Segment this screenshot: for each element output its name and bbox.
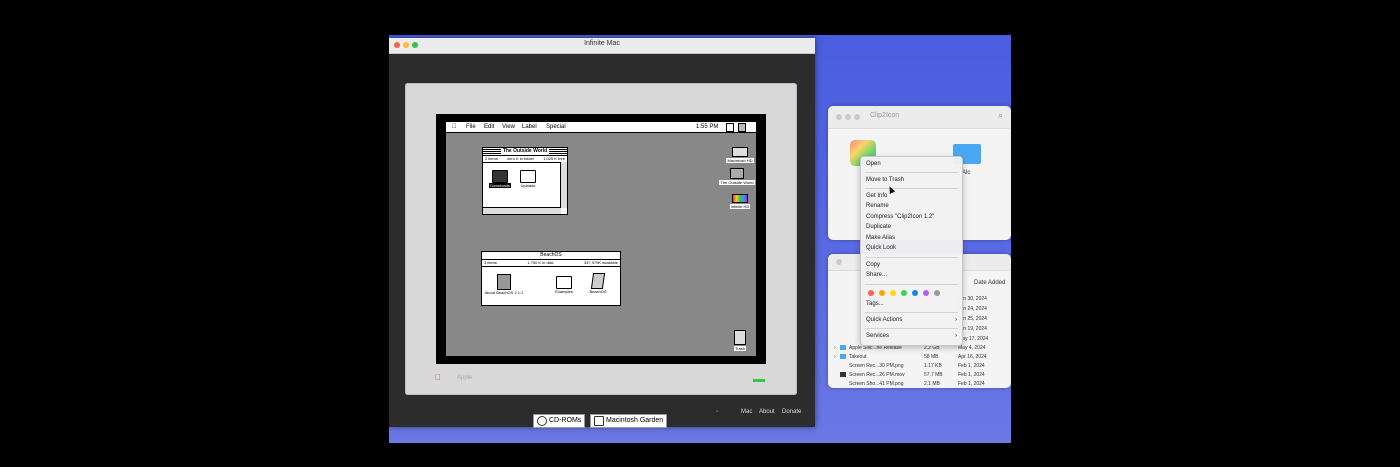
- tag-orange-icon[interactable]: [879, 290, 885, 296]
- infinite-hd-icon[interactable]: Infinite HD: [724, 194, 756, 209]
- search-icon[interactable]: ⌕: [998, 110, 1003, 121]
- hard-disk-icon: [732, 147, 748, 157]
- tag-purple-icon[interactable]: [923, 290, 929, 296]
- menu-separator: [865, 257, 958, 258]
- tag-green-icon[interactable]: [901, 290, 907, 296]
- power-led: [753, 379, 765, 382]
- mac-link[interactable]: Mac: [741, 409, 752, 415]
- context-menu: Open Move to Trash Get Info Rename Compr…: [860, 156, 963, 346]
- cdroms-button[interactable]: CD-ROMs: [533, 414, 586, 428]
- mac-monitor:  File Edit View Label Special 1:55 PM T…: [405, 83, 797, 395]
- about-link[interactable]: About: [759, 409, 775, 415]
- folder-icon: [556, 276, 572, 289]
- menu-item-copy[interactable]: Copy: [866, 262, 880, 268]
- mac-menubar:  File Edit View Label Special 1:55 PM: [446, 122, 756, 133]
- mac-screen[interactable]:  File Edit View Label Special 1:55 PM T…: [446, 122, 756, 356]
- beachos-info: 3 items 1,750 K in disk 347,979K available: [482, 260, 620, 267]
- date-added-column-header[interactable]: Date Added: [974, 280, 1005, 286]
- menu-item-rename[interactable]: Rename: [866, 203, 889, 209]
- menu-edit[interactable]: Edit: [484, 122, 494, 132]
- macintosh-hd-icon[interactable]: Macintosh HD: [724, 147, 756, 163]
- window-titlebar[interactable]: Infinite Mac: [389, 38, 815, 54]
- close-button[interactable]: [836, 114, 842, 120]
- menu-item-open[interactable]: Open: [866, 161, 881, 167]
- tag-gray-icon[interactable]: [934, 290, 940, 296]
- menu-item-quick-actions[interactable]: Quick Actions: [866, 317, 902, 323]
- finder-toolbar[interactable]: Clip2Icon ⌕: [828, 106, 1011, 129]
- menu-separator: [865, 172, 958, 173]
- chevron-right-icon: ›: [955, 317, 957, 323]
- horizontal-scrollbar[interactable]: [483, 207, 561, 214]
- menu-item-compress[interactable]: Compress "Clip2Icon 1.2": [866, 214, 934, 220]
- folder-icon: [492, 170, 508, 183]
- garden-icon: [594, 416, 604, 426]
- menu-item-get-info[interactable]: Get Info: [866, 193, 887, 199]
- uploads-folder[interactable]: Uploads: [515, 170, 541, 188]
- macintosh-garden-button[interactable]: Macintosh Garden: [590, 414, 668, 428]
- infinite-logo-icon: ▪: [716, 409, 719, 415]
- rainbow-disk-icon: [732, 194, 748, 203]
- menu-separator: [865, 284, 958, 285]
- beachos-window[interactable]: BeachOS 3 items 1,750 K in disk 347,979K a…: [481, 251, 621, 306]
- menu-item-make-alias[interactable]: Make Alias: [866, 235, 895, 241]
- menu-item-quick-look[interactable]: Quick Look: [866, 245, 896, 251]
- outside-world-disk-icon[interactable]: The Outside World: [716, 168, 756, 185]
- window-title: Infinite Mac: [584, 40, 620, 47]
- chevron-right-icon: ›: [955, 333, 957, 339]
- outside-world-info: 2 items zero K in folder 1,025 K free: [483, 156, 567, 163]
- folder-icon: [520, 170, 536, 183]
- menu-label[interactable]: Label: [522, 122, 537, 132]
- monitor-bezel:  File Edit View Label Special 1:55 PM T…: [436, 114, 766, 364]
- apple-logo-icon: : [435, 373, 441, 382]
- tag-blue-icon[interactable]: [912, 290, 918, 296]
- menu-separator: [865, 312, 958, 313]
- outside-world-titlebar[interactable]: The Outside World: [483, 148, 567, 156]
- network-disk-icon: [730, 168, 744, 179]
- cd-icon: [537, 416, 547, 426]
- about-beachos-file[interactable]: About BeachOS 2.1.2: [484, 274, 524, 295]
- menu-separator: [865, 188, 958, 189]
- tag-red-icon[interactable]: [868, 290, 874, 296]
- menu-item-services[interactable]: Services: [866, 333, 889, 339]
- application-icon: [590, 273, 606, 289]
- apple-menu-icon[interactable]: : [452, 122, 457, 132]
- menu-special[interactable]: Special: [546, 122, 566, 132]
- vertical-scrollbar[interactable]: [560, 162, 567, 208]
- help-icon[interactable]: [726, 123, 734, 132]
- examples-folder[interactable]: Examples: [550, 276, 578, 294]
- beachos-titlebar[interactable]: BeachOS: [482, 252, 620, 260]
- donate-link[interactable]: Donate: [782, 409, 801, 415]
- infinite-mac-window: Infinite Mac  File Edit View Label Spec…: [389, 38, 815, 428]
- menu-item-tags[interactable]: Tags...: [866, 301, 884, 307]
- close-button[interactable]: [836, 259, 842, 265]
- menu-file[interactable]: File: [466, 122, 476, 132]
- trash-can-icon: [734, 330, 746, 345]
- menu-item-move-to-trash[interactable]: Move to Trash: [866, 177, 904, 183]
- outside-world-window[interactable]: The Outside World 2 items zero K in folde…: [482, 147, 568, 215]
- menu-separator: [865, 328, 958, 329]
- folder-label-fragment: Alc: [962, 170, 971, 176]
- monitor-brand-label: Apple: [457, 375, 473, 381]
- menu-item-share[interactable]: Share...: [866, 272, 887, 278]
- downloads-folder[interactable]: Downloads: [487, 170, 513, 188]
- tag-yellow-icon[interactable]: [890, 290, 896, 296]
- finder-title: Clip2Icon: [870, 112, 900, 119]
- minimize-button[interactable]: [845, 114, 851, 120]
- menu-item-duplicate[interactable]: Duplicate: [866, 224, 891, 230]
- menu-view[interactable]: View: [502, 122, 515, 132]
- menubar-clock: 1:55 PM: [696, 124, 719, 130]
- trash-icon[interactable]: Trash: [730, 330, 750, 351]
- zoom-button[interactable]: [854, 114, 860, 120]
- beachos-app[interactable]: BeachOS: [586, 273, 610, 294]
- table-row[interactable]: Screen Sho...41 PM.png 2.1 MB Feb 1, 2024: [828, 379, 1010, 388]
- finder-app-icon[interactable]: [738, 123, 746, 132]
- document-icon: [497, 274, 511, 290]
